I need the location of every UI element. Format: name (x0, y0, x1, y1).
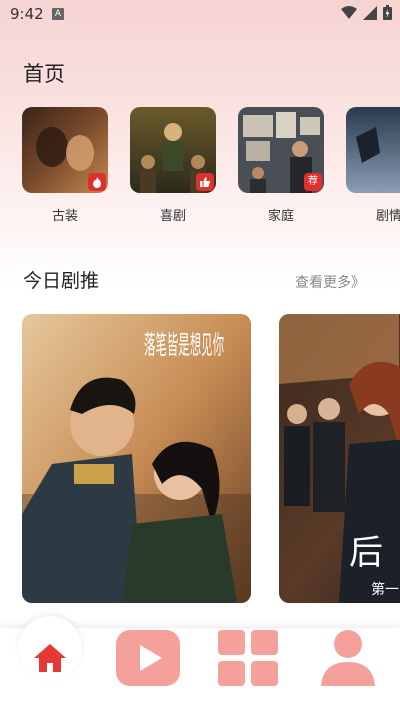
play-icon (116, 630, 180, 686)
poster-subtitle-text: 第一 (371, 581, 399, 598)
thumbs-up-icon (196, 173, 214, 191)
category-thumbnail (130, 107, 216, 193)
tab-video[interactable] (108, 628, 188, 688)
view-more-link[interactable]: 查看更多》 (295, 272, 365, 292)
category-grid-icon (218, 630, 278, 686)
profile-icon (321, 630, 375, 686)
flame-icon (88, 173, 106, 191)
category-item-jiating[interactable]: 荐 家庭 (238, 107, 324, 224)
category-item-guzhuang[interactable]: 古装 (22, 107, 108, 224)
category-thumbnail (346, 107, 400, 193)
tab-category[interactable] (208, 628, 288, 688)
category-item-juqing[interactable]: 剧情 (346, 107, 400, 224)
category-label: 剧情 (375, 209, 400, 224)
wifi-icon (341, 5, 357, 19)
category-thumbnail: 荐 (238, 107, 324, 193)
home-icon (34, 644, 66, 672)
recommend-tag-icon: 荐 (304, 173, 322, 191)
tab-home[interactable] (10, 628, 90, 688)
category-thumbnail (22, 107, 108, 193)
category-row: 古装 喜剧 荐 家庭 剧情 (0, 107, 400, 232)
badge-text: 荐 (308, 176, 318, 187)
status-bar: 9:42 A (0, 0, 400, 28)
notification-app-icon: A (52, 8, 64, 20)
category-label: 喜剧 (159, 209, 186, 224)
section-title: 今日剧推 (23, 270, 100, 292)
bottom-tab-bar (0, 616, 400, 711)
battery-icon (383, 5, 392, 20)
category-label: 家庭 (267, 209, 294, 224)
recommendation-list: 落笔皆是想见你 后 第一 (0, 314, 400, 604)
status-icons (341, 5, 392, 20)
recommendation-card[interactable]: 后 第一 (279, 314, 400, 603)
poster-title-text: 后 (349, 533, 383, 573)
page-title: 首页 (23, 62, 65, 86)
category-label: 古装 (51, 209, 78, 224)
poster-title-text: 落笔皆是想见你 (144, 331, 224, 361)
status-time: 9:42 (10, 5, 44, 23)
signal-icon (363, 5, 377, 20)
tab-profile[interactable] (308, 628, 388, 688)
category-item-xiju[interactable]: 喜剧 (130, 107, 216, 224)
recommendation-card[interactable]: 落笔皆是想见你 (22, 314, 251, 603)
